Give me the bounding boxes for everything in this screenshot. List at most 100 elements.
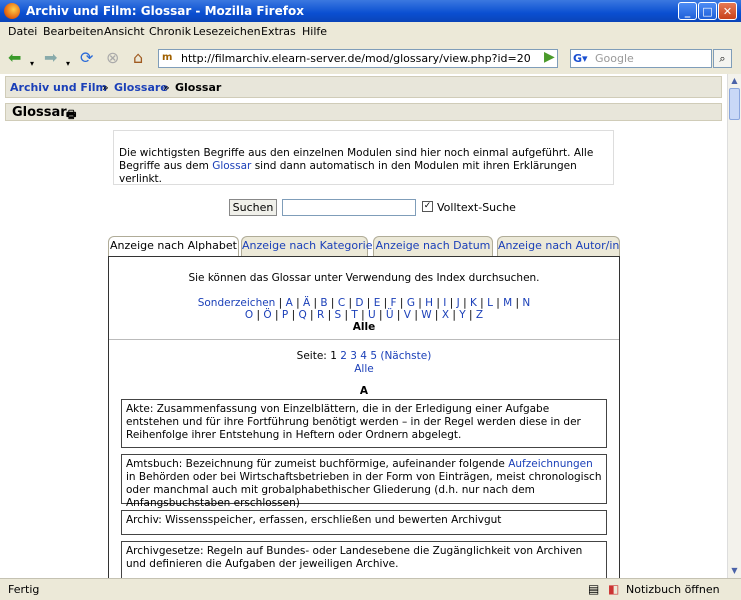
minimize-button[interactable]: _ xyxy=(678,2,697,20)
tab-datum[interactable]: Anzeige nach Datum xyxy=(373,236,493,256)
address-url: http://filmarchiv.elearn-server.de/mod/g… xyxy=(181,52,531,65)
alphabet-separator: | xyxy=(449,309,460,321)
suchen-button[interactable]: Suchen xyxy=(229,199,277,216)
view-tabs: Anzeige nach Alphabet Anzeige nach Kateg… xyxy=(108,236,620,257)
tab-alphabet[interactable]: Anzeige nach Alphabet xyxy=(108,236,239,257)
tab-autor[interactable]: Anzeige nach Autor/in xyxy=(497,236,620,256)
alphabet-link[interactable]: G xyxy=(407,297,415,309)
page-2-link[interactable]: 2 xyxy=(340,350,347,362)
scroll-up-icon[interactable]: ▲ xyxy=(728,74,741,87)
alphabet-separator: | xyxy=(410,309,422,321)
vertical-scrollbar[interactable]: ▲ ▼ xyxy=(727,74,741,578)
alphabet-link[interactable]: B xyxy=(320,297,327,309)
alphabet-separator: | xyxy=(253,309,264,321)
search-input[interactable]: G▾ Google xyxy=(570,49,712,68)
glossary-search-input[interactable] xyxy=(282,199,416,216)
menu-lesezeichen[interactable]: Lesezeichen xyxy=(193,25,261,38)
back-icon[interactable]: ⬅ xyxy=(8,48,21,68)
page-4-link[interactable]: 4 xyxy=(360,350,367,362)
alphabet-link[interactable]: A xyxy=(286,297,293,309)
alphabet-link[interactable]: Ö xyxy=(263,309,271,321)
intro-box: Die wichtigsten Begriffe aus den einzeln… xyxy=(113,130,614,185)
search-placeholder: Google xyxy=(595,52,634,65)
entry-link-aufzeichnungen[interactable]: Aufzeichnungen xyxy=(508,458,593,470)
maximize-button[interactable]: □ xyxy=(698,2,717,20)
alphabet-link[interactable]: Ü xyxy=(386,309,394,321)
google-icon[interactable]: G▾ xyxy=(573,52,588,65)
close-button[interactable]: ✕ xyxy=(718,2,737,20)
alphabet-separator: | xyxy=(306,309,317,321)
window-title: Archiv und Film: Glossar - Mozilla Firef… xyxy=(26,4,304,18)
fulltext-checkbox[interactable]: ✓ xyxy=(422,201,433,212)
notebook-icon[interactable]: ◧ xyxy=(608,582,619,596)
statusbar: Fertig ▤ ◧ Notizbuch öffnen xyxy=(0,578,741,600)
alphabet-link[interactable]: H xyxy=(425,297,433,309)
address-bar[interactable]: m http://filmarchiv.elearn-server.de/mod… xyxy=(158,49,558,68)
fulltext-label: Volltext-Suche xyxy=(437,201,516,214)
alphabet-row-1: Sonderzeichen | A | Ä | B | C | D | E | … xyxy=(109,297,619,309)
window-titlebar: Archiv und Film: Glossar - Mozilla Firef… xyxy=(0,0,741,22)
reload-icon[interactable]: ⟳ xyxy=(80,48,93,68)
alphabet-separator: | xyxy=(345,297,356,309)
printer-icon[interactable]: 🖶 xyxy=(66,106,76,125)
alphabet-link[interactable]: X xyxy=(442,309,449,321)
alphabet-link[interactable]: O xyxy=(245,309,253,321)
alphabet-link[interactable]: W xyxy=(421,309,431,321)
alle-index[interactable]: Alle xyxy=(109,321,619,333)
page-3-link[interactable]: 3 xyxy=(350,350,357,362)
alphabet-separator: | xyxy=(396,297,407,309)
alphabet-separator: | xyxy=(341,309,352,321)
breadcrumb-separator: » xyxy=(102,81,109,94)
entry-text-post: in Behörden oder bei Wirtschaftsbetriebe… xyxy=(126,471,602,509)
site-favicon: m xyxy=(162,52,173,63)
breadcrumb-separator-2: » xyxy=(163,81,170,94)
page-info-icon[interactable]: ▤ xyxy=(588,582,599,596)
breadcrumb-home-link[interactable]: Archiv und Film xyxy=(10,81,107,94)
menu-bearbeiten[interactable]: Bearbeiten xyxy=(43,25,103,38)
alphabet-separator: | xyxy=(414,297,426,309)
alphabet-link[interactable]: U xyxy=(368,309,376,321)
alphabet-separator: | xyxy=(446,297,457,309)
alphabet-link[interactable]: Sonderzeichen xyxy=(198,297,276,309)
pages-alle-link[interactable]: Alle xyxy=(109,363,619,376)
next-page-link[interactable]: (Nächste) xyxy=(380,350,431,362)
alphabet-separator: | xyxy=(363,297,374,309)
alphabet-link[interactable]: M xyxy=(503,297,512,309)
breadcrumb-current: Glossar xyxy=(175,81,222,94)
go-icon[interactable]: ▶ xyxy=(544,48,563,67)
alphabet-separator: | xyxy=(459,297,470,309)
back-dropdown-icon[interactable]: ▾ xyxy=(30,54,34,74)
alphabet-separator: | xyxy=(327,297,338,309)
menu-hilfe[interactable]: Hilfe xyxy=(302,25,327,38)
page-1: 1 xyxy=(330,350,337,362)
stop-icon[interactable]: ⊗ xyxy=(106,48,119,68)
forward-icon[interactable]: ➡ xyxy=(44,48,57,68)
scroll-thumb[interactable] xyxy=(729,88,740,120)
notebook-open-link[interactable]: Notizbuch öffnen xyxy=(626,583,720,596)
menu-ansicht[interactable]: Ansicht xyxy=(104,25,145,38)
alphabet-link[interactable]: N xyxy=(522,297,530,309)
glossary-entry: Amtsbuch: Bezeichnung für zumeist buchfö… xyxy=(121,454,607,509)
search-magnifier-icon[interactable]: ⌕ xyxy=(713,49,732,68)
page-title: Glossar xyxy=(12,105,67,120)
scroll-down-icon[interactable]: ▼ xyxy=(728,564,741,577)
alphabet-separator: | xyxy=(433,297,444,309)
alphabet-link[interactable]: K xyxy=(470,297,477,309)
alphabet-link[interactable]: Q xyxy=(298,309,306,321)
page-5-link[interactable]: 5 xyxy=(370,350,377,362)
tab-kategorie[interactable]: Anzeige nach Kategorie xyxy=(241,236,372,256)
alphabet-separator: | xyxy=(465,309,476,321)
alphabet-link[interactable]: V xyxy=(404,309,411,321)
alphabet-link[interactable]: Z xyxy=(476,309,483,321)
home-icon[interactable]: ⌂ xyxy=(133,48,143,68)
menu-extras[interactable]: Extras xyxy=(261,25,296,38)
alphabet-separator: | xyxy=(393,309,404,321)
glossary-panel: Sie können das Glossar unter Verwendung … xyxy=(108,256,620,578)
breadcrumb-glossare-link[interactable]: Glossare xyxy=(114,81,168,94)
alphabet-separator: | xyxy=(271,309,282,321)
menu-chronik[interactable]: Chronik xyxy=(149,25,191,38)
menu-datei[interactable]: Datei xyxy=(8,25,37,38)
forward-dropdown-icon[interactable]: ▾ xyxy=(66,54,70,74)
alphabet-row-2: O | Ö | P | Q | R | S | T | U | Ü | V | … xyxy=(109,309,619,321)
intro-glossar-link[interactable]: Glossar xyxy=(212,160,251,172)
